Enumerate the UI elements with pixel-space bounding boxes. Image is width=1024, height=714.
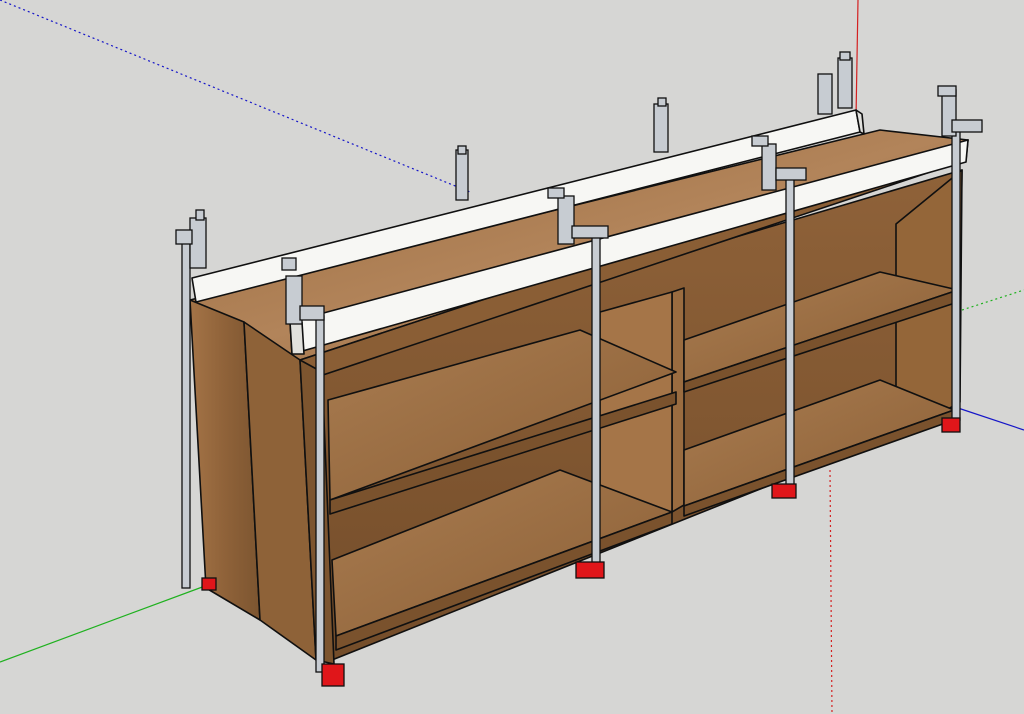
red-axis-dotted [829,469,833,714]
bar-clamp-back-3 [817,51,853,115]
caul-front-end [289,321,305,355]
green-axis-dotted [961,289,1024,311]
red-axis [855,0,859,119]
bar-clamp-back-2 [653,97,669,153]
cabinet-carcass[interactable] [189,129,969,665]
blue-axis-dotted [0,0,471,193]
sketchup-viewport[interactable] [0,0,1024,714]
bar-clamp-back-1 [455,145,469,201]
model-canvas[interactable] [0,0,1024,714]
green-axis [0,585,206,663]
blue-axis [957,407,1024,431]
